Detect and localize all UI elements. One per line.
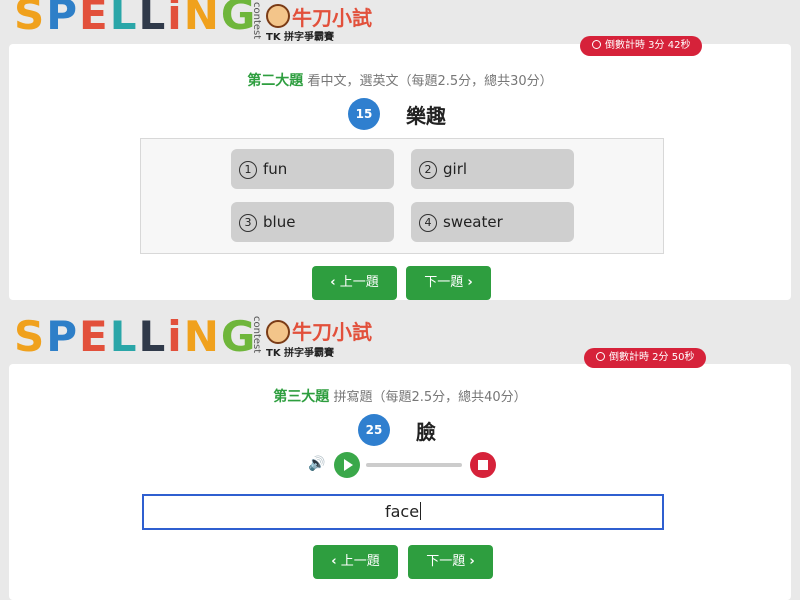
option-number: 1 — [239, 161, 257, 179]
logo-letter: N — [183, 312, 221, 361]
question-word: 樂趣 — [406, 104, 446, 128]
brand-subtitle: TK 拼字爭霸賽 — [266, 348, 335, 359]
option-3-button[interactable]: 3 blue — [231, 202, 394, 242]
section-title: 第三大題 — [273, 389, 330, 405]
option-text: blue — [263, 213, 296, 231]
question-word: 臉 — [416, 420, 436, 444]
timer-text: 倒數計時 2分 50秒 — [609, 352, 695, 363]
spelling-logo: SPELLiNG — [14, 316, 257, 358]
question-number-badge: 25 — [358, 414, 390, 446]
logo-letter: S — [14, 0, 47, 39]
logo-letter: L — [109, 0, 139, 39]
answer-options: 1 fun 2 girl 3 blue 4 sweater — [140, 138, 664, 254]
logo-letter: L — [138, 0, 168, 39]
brand-subtitle: TK 拼字爭霸賽 — [266, 32, 335, 43]
audio-progress-track[interactable] — [366, 463, 462, 467]
answer-input[interactable]: face — [142, 494, 664, 530]
option-2-button[interactable]: 2 girl — [411, 149, 574, 189]
mascot-avatar-icon — [266, 4, 290, 28]
quiz-panel-spelling: SPELLiNG contest 牛刀小試 TK 拼字爭霸賽 倒數計時 2分 5… — [0, 302, 800, 600]
option-text: sweater — [443, 213, 503, 231]
brand-title: 牛刀小試 — [292, 6, 372, 30]
next-label: 下一題 — [424, 275, 464, 290]
logo-letter: E — [79, 0, 110, 39]
text-caret — [420, 502, 422, 520]
clock-icon — [592, 40, 601, 49]
logo-letter: P — [46, 312, 80, 361]
section-heading: 第三大題 拼寫題（每題2.5分，總共40分） — [0, 386, 800, 406]
next-question-button[interactable]: 下一題 › — [408, 545, 493, 579]
chevron-right-icon: › — [467, 275, 473, 290]
option-number: 3 — [239, 214, 257, 232]
question-number-badge: 15 — [348, 98, 380, 130]
countdown-timer: 倒數計時 2分 50秒 — [584, 348, 707, 368]
logo-letter: N — [183, 0, 221, 39]
logo-letter: P — [46, 0, 80, 39]
countdown-timer: 倒數計時 3分 42秒 — [580, 36, 703, 56]
timer-text: 倒數計時 3分 42秒 — [605, 40, 691, 51]
audio-player: 🔊 — [300, 450, 500, 480]
quiz-panel-multiple-choice: SPELLiNG contest 牛刀小試 TK 拼字爭霸賽 倒數計時 3分 4… — [0, 0, 800, 300]
prev-label: 上一題 — [340, 554, 380, 569]
logo-letter: E — [79, 312, 110, 361]
answer-value: face — [384, 502, 420, 521]
option-number: 2 — [419, 161, 437, 179]
logo-letter: L — [138, 312, 168, 361]
chevron-left-icon: ‹ — [331, 554, 337, 569]
next-label: 下一題 — [426, 554, 466, 569]
chevron-right-icon: › — [469, 554, 475, 569]
section-title: 第二大題 — [247, 73, 304, 89]
option-text: girl — [443, 160, 468, 178]
logo-letter: S — [14, 312, 47, 361]
prev-label: 上一題 — [339, 275, 379, 290]
spelling-logo: SPELLiNG — [14, 0, 257, 36]
next-question-button[interactable]: 下一題 › — [406, 266, 491, 300]
chevron-left-icon: ‹ — [330, 275, 336, 290]
section-description: 拼寫題（每題2.5分，總共40分） — [333, 390, 527, 405]
option-number: 4 — [419, 214, 437, 232]
stop-icon[interactable] — [470, 452, 496, 478]
section-description: 看中文，選英文（每題2.5分，總共30分） — [307, 74, 553, 89]
brand-title: 牛刀小試 — [292, 320, 372, 344]
contest-label: contest — [251, 2, 262, 40]
clock-icon — [596, 352, 605, 361]
logo-letter: L — [109, 312, 139, 361]
option-text: fun — [263, 160, 288, 178]
logo-letter: i — [167, 0, 184, 39]
contest-label: contest — [251, 316, 262, 354]
speaker-icon: 🔊 — [308, 456, 326, 472]
option-4-button[interactable]: 4 sweater — [411, 202, 574, 242]
play-icon[interactable] — [334, 452, 360, 478]
option-1-button[interactable]: 1 fun — [231, 149, 394, 189]
section-heading: 第二大題 看中文，選英文（每題2.5分，總共30分） — [0, 70, 800, 90]
mascot-avatar-icon — [266, 320, 290, 344]
previous-question-button[interactable]: ‹ 上一題 — [313, 545, 398, 579]
logo-letter: i — [167, 312, 184, 361]
previous-question-button[interactable]: ‹ 上一題 — [312, 266, 397, 300]
